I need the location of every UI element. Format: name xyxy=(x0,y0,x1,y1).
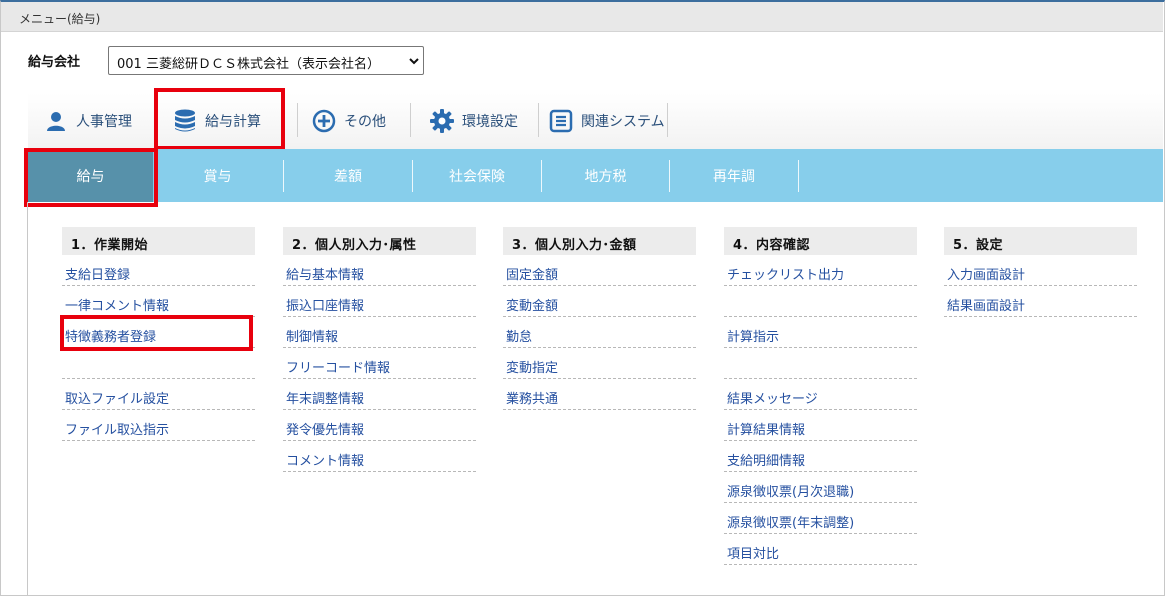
chevron-down-icon xyxy=(409,57,419,64)
menu-column-personal-attributes: 2．個人別入力･属性 給与基本情報 振込口座情報 制御情報 フリーコード情報 年… xyxy=(283,227,476,472)
menu-link-file-import[interactable]: ファイル取込指示 xyxy=(62,410,255,441)
menu-link-payday-registration[interactable]: 支給日登録 xyxy=(62,255,255,286)
tab-readjustment[interactable]: 再年調 xyxy=(670,149,798,202)
company-selector-row: 給与会社 001 三菱総研ＤＣＳ株式会社（表示会社名） xyxy=(28,45,424,75)
tab-divider xyxy=(798,160,799,192)
window-title: メニュー(給与) xyxy=(19,12,101,26)
menu-link-common-comment[interactable]: 一律コメント情報 xyxy=(62,286,255,317)
menu-link-comment-info[interactable]: コメント情報 xyxy=(283,441,476,472)
menu-link-attendance[interactable]: 勤怠 xyxy=(503,317,696,348)
nav-divider xyxy=(297,103,298,137)
nav-item-other[interactable]: その他 xyxy=(312,93,386,149)
menu-link-item-comparison[interactable]: 項目対比 xyxy=(724,534,917,565)
tab-local-tax[interactable]: 地方税 xyxy=(542,149,669,202)
menu-column-review: 4．内容確認 チェックリスト出力 計算指示 結果メッセージ 計算結果情報 支給明… xyxy=(724,227,917,565)
nav-item-label: 関連システム xyxy=(581,114,665,130)
menu-link-withholding-year-end[interactable]: 源泉徴収票(年末調整) xyxy=(724,503,917,534)
menu-link-result-message[interactable]: 結果メッセージ xyxy=(724,379,917,410)
menu-link-year-end-adjustment[interactable]: 年末調整情報 xyxy=(283,379,476,410)
menu-link-variable-amount[interactable]: 変動金額 xyxy=(503,286,696,317)
column-heading: 2．個人別入力･属性 xyxy=(283,227,476,255)
column-heading: 4．内容確認 xyxy=(724,227,917,255)
nav-item-label: その他 xyxy=(344,114,386,130)
menu-spacer xyxy=(724,348,917,379)
tab-bar: 給与 賞与 差額 社会保険 地方税 再年調 xyxy=(28,149,1163,202)
menu-link-fixed-amount[interactable]: 固定金額 xyxy=(503,255,696,286)
person-icon xyxy=(44,109,68,133)
column-heading: 3．個人別入力･金額 xyxy=(503,227,696,255)
company-select[interactable]: 001 三菱総研ＤＣＳ株式会社（表示会社名） xyxy=(108,45,424,75)
company-select-value: 001 三菱総研ＤＣＳ株式会社（表示会社名） xyxy=(117,56,380,72)
menu-spacer xyxy=(724,286,917,317)
menu-spacer xyxy=(62,348,255,379)
menu-link-import-file-settings[interactable]: 取込ファイル設定 xyxy=(62,379,255,410)
highlight-box-salary-tab xyxy=(24,148,158,207)
menu-link-input-screen-design[interactable]: 入力画面設計 xyxy=(944,255,1137,286)
title-bar: メニュー(給与) xyxy=(1,2,1163,32)
highlight-box-payroll-nav xyxy=(154,88,285,150)
menu-link-basic-info[interactable]: 給与基本情報 xyxy=(283,255,476,286)
menu-link-checklist-output[interactable]: チェックリスト出力 xyxy=(724,255,917,286)
nav-item-hr[interactable]: 人事管理 xyxy=(44,93,132,149)
menu-column-personal-amounts: 3．個人別入力･金額 固定金額 変動金額 勤怠 変動指定 業務共通 xyxy=(503,227,696,410)
nav-item-label: 環境設定 xyxy=(462,114,518,130)
gear-icon xyxy=(430,109,454,133)
menu-link-bank-account[interactable]: 振込口座情報 xyxy=(283,286,476,317)
menu-link-withholding-monthly[interactable]: 源泉徴収票(月次退職) xyxy=(724,472,917,503)
content-left-border xyxy=(27,202,28,596)
menu-link-common-business[interactable]: 業務共通 xyxy=(503,379,696,410)
plus-circle-icon xyxy=(312,109,336,133)
menu-link-variable-spec[interactable]: 変動指定 xyxy=(503,348,696,379)
menu-link-payslip-info[interactable]: 支給明細情報 xyxy=(724,441,917,472)
menu-link-control-info[interactable]: 制御情報 xyxy=(283,317,476,348)
nav-divider xyxy=(410,103,411,137)
nav-item-label: 人事管理 xyxy=(76,114,132,130)
nav-item-related-systems[interactable]: 関連システム xyxy=(549,93,665,149)
nav-divider xyxy=(538,103,539,137)
nav-item-settings[interactable]: 環境設定 xyxy=(430,93,518,149)
menu-column-settings: 5．設定 入力画面設計 結果画面設計 xyxy=(944,227,1137,317)
tab-difference[interactable]: 差額 xyxy=(284,149,412,202)
list-box-icon xyxy=(549,109,573,133)
menu-link-calculation-result[interactable]: 計算結果情報 xyxy=(724,410,917,441)
menu-link-result-screen-design[interactable]: 結果画面設計 xyxy=(944,286,1137,317)
tab-bonus[interactable]: 賞与 xyxy=(153,149,282,202)
nav-divider xyxy=(667,103,668,137)
menu-link-free-code[interactable]: フリーコード情報 xyxy=(283,348,476,379)
menu-link-calculation-instruction[interactable]: 計算指示 xyxy=(724,317,917,348)
company-label: 給与会社 xyxy=(28,54,81,70)
menu-link-appointment-priority[interactable]: 発令優先情報 xyxy=(283,410,476,441)
highlight-box-special-collector xyxy=(60,315,253,351)
column-heading: 1．作業開始 xyxy=(62,227,255,255)
column-heading: 5．設定 xyxy=(944,227,1137,255)
tab-social-insurance[interactable]: 社会保険 xyxy=(413,149,541,202)
